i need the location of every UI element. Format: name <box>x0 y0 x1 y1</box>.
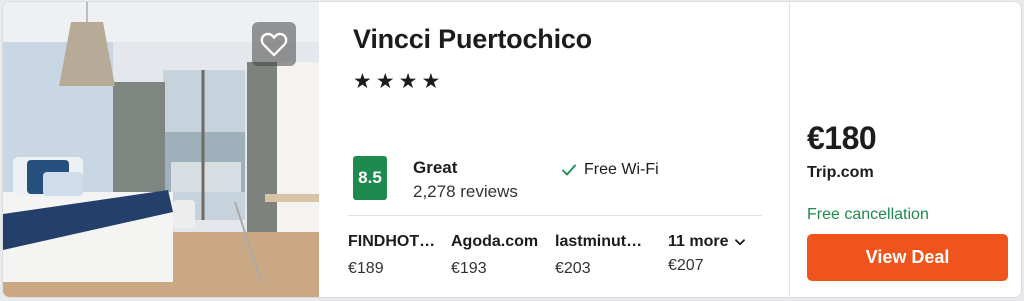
view-deal-button[interactable]: View Deal <box>807 234 1008 281</box>
offer-item[interactable]: Agoda.com €193 <box>451 233 549 278</box>
divider <box>348 215 762 216</box>
offer-site: lastminut… <box>555 233 643 250</box>
best-price[interactable]: €180 <box>807 120 877 157</box>
more-offers-toggle[interactable]: 11 more <box>668 233 760 251</box>
more-offers-price: €207 <box>668 257 704 274</box>
offer-site: Agoda.com <box>451 233 539 250</box>
review-score-badge: 8.5 <box>353 156 387 200</box>
star-rating: ★★★★ <box>353 70 445 93</box>
offer-price: €189 <box>348 260 384 277</box>
heart-outline-icon <box>260 32 288 57</box>
hotel-name[interactable]: Vincci Puertochico <box>353 24 592 55</box>
offer-price: €193 <box>451 260 487 277</box>
more-offers-dropdown[interactable]: 11 more €207 <box>668 233 760 275</box>
deal-provider: Trip.com <box>807 164 874 181</box>
column-divider <box>789 2 790 297</box>
chevron-down-icon <box>735 238 746 245</box>
more-offers-label: 11 more <box>668 233 729 250</box>
offer-price: €203 <box>555 260 591 277</box>
favorite-button[interactable] <box>252 22 296 66</box>
hotel-card[interactable]: Vincci Puertochico ★★★★ 8.5 Great 2,278 … <box>2 1 1022 298</box>
rating-label: Great <box>413 158 458 177</box>
offer-site: FINDHOT… <box>348 233 436 250</box>
hotel-photo[interactable] <box>3 2 319 297</box>
amenity-label: Free Wi-Fi <box>584 161 659 178</box>
offer-item[interactable]: FINDHOT… €189 <box>348 233 446 278</box>
review-count[interactable]: 2,278 reviews <box>413 182 518 202</box>
checkmark-icon <box>562 164 576 176</box>
free-cancellation-label: Free cancellation <box>807 206 929 223</box>
amenity-free-wifi: Free Wi-Fi <box>562 161 659 179</box>
offer-item[interactable]: lastminut… €203 <box>555 233 653 278</box>
